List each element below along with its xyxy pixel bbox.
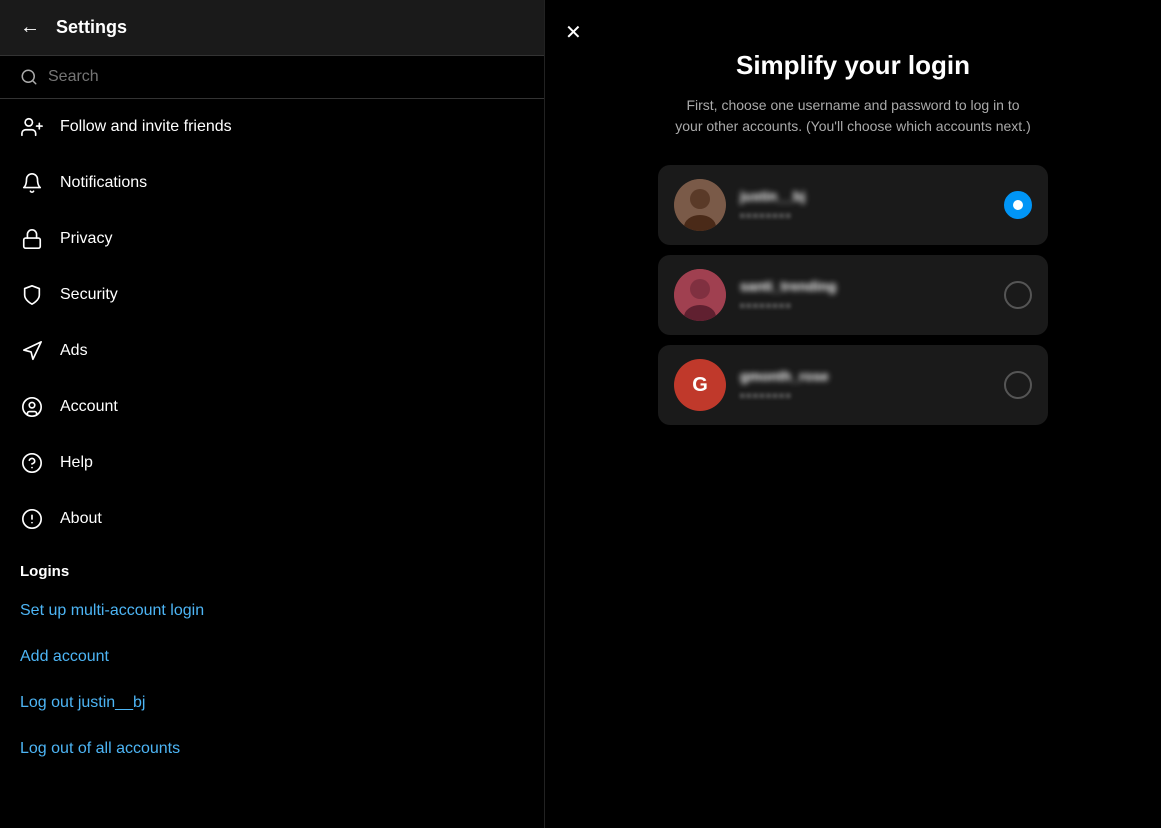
account-list: justin__bj •••••••• santi_trending •••••… [658,165,1048,425]
account-row[interactable]: justin__bj •••••••• [658,165,1048,245]
menu-item-ads[interactable]: Ads [0,323,544,379]
help-label: Help [60,454,93,472]
menu-item-about[interactable]: About [0,491,544,547]
radio-inner [1013,200,1023,210]
account-label: Account [60,398,118,416]
megaphone-icon [20,339,44,363]
menu-item-privacy[interactable]: Privacy [0,211,544,267]
account-row[interactable]: santi_trending •••••••• [658,255,1048,335]
account-info: gmonth_rose •••••••• [740,368,990,403]
lock-icon [20,227,44,251]
close-button[interactable]: ✕ [565,20,582,45]
menu-item-follow[interactable]: Follow and invite friends [0,99,544,155]
add-account-link[interactable]: Add account [0,634,544,680]
avatar [674,269,726,321]
avatar [674,179,726,231]
menu-item-notifications[interactable]: Notifications [0,155,544,211]
logout-all-link[interactable]: Log out of all accounts [0,726,544,772]
bell-icon [20,171,44,195]
account-row[interactable]: G gmonth_rose •••••••• [658,345,1048,425]
panel-subtitle: First, choose one username and password … [673,95,1033,137]
question-circle-icon [20,451,44,475]
account-info: santi_trending •••••••• [740,278,990,313]
radio-button-selected[interactable] [1004,191,1032,219]
avatar-letter: G [692,374,708,397]
back-button[interactable]: ← [20,16,40,39]
search-input[interactable] [48,68,524,86]
account-info: justin__bj •••••••• [740,188,990,223]
info-circle-icon [20,507,44,531]
account-username: gmonth_rose [740,368,990,384]
avatar: G [674,359,726,411]
security-label: Security [60,286,118,304]
menu-item-help[interactable]: Help [0,435,544,491]
ads-label: Ads [60,342,88,360]
notifications-label: Notifications [60,174,147,192]
radio-button[interactable] [1004,371,1032,399]
menu-item-security[interactable]: Security [0,267,544,323]
settings-panel: ← Settings Follow and invite friends [0,0,545,828]
shield-icon [20,283,44,307]
account-dots: •••••••• [740,388,990,403]
person-circle-icon [20,395,44,419]
search-container [0,56,544,99]
account-username: justin__bj [740,188,990,204]
panel-title: Simplify your login [736,50,970,81]
settings-header: ← Settings [0,0,544,56]
about-label: About [60,510,102,528]
person-add-icon [20,115,44,139]
logout-user-link[interactable]: Log out justin__bj [0,680,544,726]
setup-multi-login-link[interactable]: Set up multi-account login [0,588,544,634]
account-dots: •••••••• [740,298,990,313]
radio-button[interactable] [1004,281,1032,309]
account-dots: •••••••• [740,208,990,223]
search-icon [20,68,38,86]
account-username: santi_trending [740,278,990,294]
settings-title: Settings [56,17,127,38]
privacy-label: Privacy [60,230,112,248]
right-panel: ✕ Simplify your login First, choose one … [545,0,1161,828]
menu-item-account[interactable]: Account [0,379,544,435]
logins-section-label: Logins [0,547,544,588]
follow-label: Follow and invite friends [60,118,232,136]
